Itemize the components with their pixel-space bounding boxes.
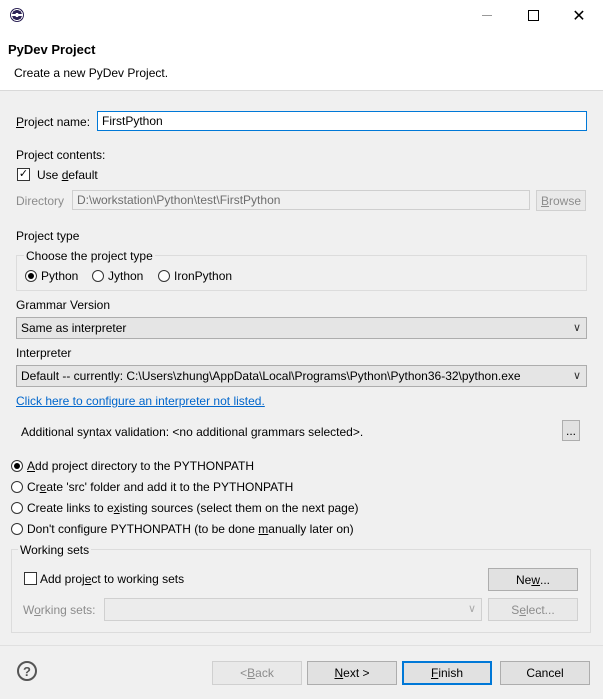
pythonpath-src-radio[interactable] <box>11 481 23 493</box>
directory-input[interactable]: D:\workstation\Python\test\FirstPython <box>72 190 530 210</box>
help-icon[interactable]: ? <box>17 661 37 681</box>
use-default-label: Use default <box>37 168 98 182</box>
next-button[interactable]: Next > <box>307 661 397 685</box>
wizard-header: PyDev Project Create a new PyDev Project… <box>0 30 603 91</box>
page-description: Create a new PyDev Project. <box>14 66 169 80</box>
minimize-button[interactable] <box>464 0 510 30</box>
chevron-down-icon: ∨ <box>572 321 581 334</box>
check-icon: ✓ <box>18 168 29 180</box>
chevron-down-icon: ∨ <box>569 369 581 382</box>
configure-interpreter-link[interactable]: Click here to configure an interpreter n… <box>16 394 265 408</box>
grammar-version-value: Same as interpreter <box>21 321 127 335</box>
back-button[interactable]: < Back <box>212 661 302 685</box>
close-icon: ✕ <box>572 5 586 25</box>
pythonpath-none-label: Don't configure PYTHONPATH (to be done m… <box>27 522 354 536</box>
pythonpath-add-dir-radio[interactable] <box>11 460 23 472</box>
finish-button[interactable]: Finish <box>402 661 492 685</box>
working-sets-group-label: Working sets <box>18 543 92 557</box>
python-radio[interactable] <box>25 270 37 282</box>
jython-radio[interactable] <box>92 270 104 282</box>
footer-separator <box>0 645 603 646</box>
new-working-set-button[interactable]: Ne w... <box>488 568 578 591</box>
project-type-group-label: Choose the project type <box>24 249 155 263</box>
page-title: PyDev Project <box>8 42 96 57</box>
grammar-version-label: Grammar Version <box>16 298 111 312</box>
project-contents-label: Project contents: <box>16 148 106 162</box>
grammar-version-select[interactable]: Same as interpreter ∨ <box>16 317 587 339</box>
pythonpath-links-radio[interactable] <box>11 502 23 514</box>
eclipse-app-icon <box>10 8 24 22</box>
add-to-working-sets-checkbox[interactable] <box>24 572 37 585</box>
working-sets-select[interactable]: ∨ <box>104 598 482 621</box>
project-name-label: Project name: <box>16 115 91 129</box>
browse-button[interactable]: Browse <box>536 190 586 211</box>
pythonpath-add-dir-label: Add project directory to the PYTHONPATH <box>27 459 254 473</box>
close-button[interactable]: ✕ <box>556 0 602 30</box>
project-type-label: Project type <box>16 229 80 243</box>
select-working-sets-button[interactable]: Se lect... <box>488 598 578 621</box>
interpreter-select[interactable]: Default -- currently: C:\Users\zhung\App… <box>16 365 587 387</box>
minimize-icon <box>482 14 492 16</box>
chevron-down-icon: ∨ <box>467 602 476 615</box>
directory-label: Directory <box>16 194 65 208</box>
cancel-button[interactable]: Cancel <box>500 661 590 685</box>
pythonpath-none-radio[interactable] <box>11 523 23 535</box>
pythonpath-src-label: Create 'src' folder and add it to the PY… <box>27 480 294 494</box>
radio-dot <box>14 463 20 469</box>
add-to-working-sets-label: Add project to working sets <box>40 572 185 586</box>
ironpython-radio-label: IronPython <box>174 269 233 283</box>
maximize-icon <box>527 9 539 21</box>
pythonpath-links-label: Create links to existing sources (select… <box>27 501 359 515</box>
use-default-checkbox[interactable]: ✓ <box>17 168 30 181</box>
radio-dot <box>28 273 34 279</box>
project-name-input[interactable]: FirstPython <box>97 111 587 131</box>
interpreter-label: Interpreter <box>16 346 72 360</box>
ironpython-radio[interactable] <box>158 270 170 282</box>
title-bar: ✕ <box>0 0 603 30</box>
jython-radio-label: Jython <box>108 269 144 283</box>
python-radio-label: Python <box>41 269 79 283</box>
working-sets-label: Working sets: <box>23 603 96 617</box>
syntax-more-button[interactable]: ... <box>562 420 580 441</box>
interpreter-value: Default -- currently: C:\Users\zhung\App… <box>21 369 521 383</box>
syntax-validation-text: Additional syntax validation: <no additi… <box>21 425 364 439</box>
maximize-button[interactable] <box>510 0 556 30</box>
